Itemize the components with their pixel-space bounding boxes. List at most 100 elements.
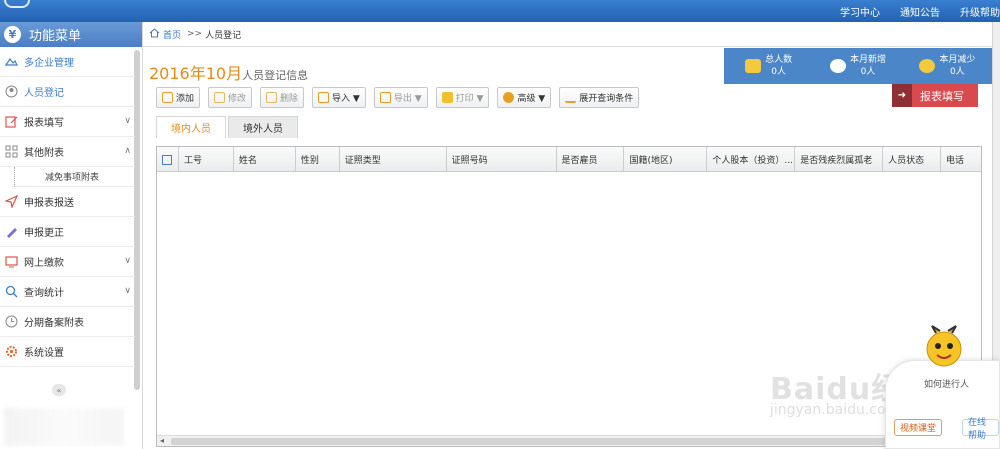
gear-icon [4,345,18,359]
sidebar-item-online-payment[interactable]: 网上缴款 ∨ [0,247,135,277]
export-button[interactable]: 导出 ▼ [373,87,428,108]
online-help-button[interactable]: 在线帮助 [962,418,999,441]
page-title-suffix: 人员登记信息 [242,69,309,82]
period-label: 2016年10月 [149,64,243,83]
scroll-left-icon[interactable]: ◂ [160,436,164,445]
chevron-down-icon: ∨ [124,116,131,126]
expand-icon [565,92,577,103]
expand-query-button[interactable]: 展开查询条件 [559,87,640,108]
stat-total: 总人数 0人 [724,48,813,84]
stat-label: 总人数 [765,55,793,65]
stat-label: 本月减少 [939,55,976,65]
chevron-down-icon: ∨ [124,256,131,266]
arrow-right-icon: ➜ [892,84,912,107]
top-bar: 学习中心 通知公告 升级帮助 [0,0,1000,22]
delete-button[interactable]: 删除 [260,87,305,108]
import-icon [318,92,330,103]
col-header[interactable]: 证照类型 [340,147,447,172]
home-icon[interactable] [149,27,160,41]
print-button[interactable]: 打印 ▼ [435,87,490,108]
sidebar-item-settings[interactable]: 系统设置 [0,337,135,367]
sidebar-item-label: 查询统计 [24,288,64,299]
help-widget: 如何进行人 视频课堂 在线帮助 [885,360,1000,449]
col-header[interactable]: 性别 [296,147,340,172]
stats-panel: 总人数 0人 本月新增 0人 本月减少 0人 [724,48,992,84]
sidebar-item-person-register[interactable]: 人员登记 [0,77,135,107]
breadcrumb-home[interactable]: 首页 [163,28,181,41]
people-icon [745,59,762,73]
col-header[interactable]: 个人股本（投资）... [707,147,796,172]
upgrade-help-link[interactable]: 升级帮助 [960,4,1000,19]
breadcrumb-separator: >> [187,29,203,39]
monitor-icon [4,255,18,269]
select-all-checkbox[interactable] [157,147,179,172]
edit-icon [214,92,226,103]
sidebar-item-report-fill[interactable]: 报表填写 ∨ [0,107,135,137]
sidebar-subitem-exemption[interactable]: 减免事项附表 [14,167,135,187]
stat-new: 本月新增 0人 [813,48,902,84]
sidebar-item-submit-report[interactable]: 申报表报送 [0,187,135,217]
sidebar-item-other-tables[interactable]: 其他附表 ∧ [0,137,135,167]
horizontal-scrollbar[interactable]: ◂ [157,435,981,446]
col-header[interactable]: 人员状态 [883,147,942,172]
gear-icon [503,92,515,103]
mascot-icon[interactable] [922,325,966,373]
sidebar-item-installment[interactable]: 分期备案附表 [0,307,135,337]
modify-label: 修改 [228,94,247,104]
yen-icon: ¥ [4,26,21,43]
modify-button[interactable]: 修改 [208,87,253,108]
sidebar-header: ¥ 功能菜单 [0,22,142,47]
sidebar-title: 功能菜单 [29,29,82,44]
enterprise-icon [4,55,18,69]
add-button[interactable]: 添加 [156,87,201,108]
import-button[interactable]: 导入 ▼ [312,87,366,108]
col-header[interactable]: 是否残疾烈属孤老 [795,147,884,172]
stat-label: 本月新增 [849,55,886,65]
col-header[interactable]: 电话 [941,147,981,172]
toolbar: 添加 修改 删除 导入 ▼ 导出 ▼ 打印 ▼ 高级 ▼ 展开查询条件 [156,87,647,109]
export-label: 导出 ▼ [393,94,422,104]
tab-domestic[interactable]: 境内人员 [156,116,226,138]
collapse-sidebar-button[interactable]: « [52,384,66,396]
chevron-up-icon: ∧ [124,146,131,156]
print-label: 打印 ▼ [455,94,484,104]
advanced-label: 高级 ▼ [517,94,546,104]
col-header[interactable]: 国籍(地区) [624,147,708,172]
scrollbar-thumb[interactable] [171,438,951,445]
stat-value: 0人 [860,67,876,77]
chevron-down-icon: ∨ [124,286,131,296]
sidebar-item-label: 申报表报送 [24,198,74,209]
sidebar-item-label: 其他附表 [24,148,64,159]
edit-icon [4,115,18,129]
sidebar-item-label: 申报更正 [24,228,64,239]
video-class-button[interactable]: 视频课堂 [894,419,943,436]
sidebar-item-label: 系统设置 [24,348,64,359]
sidebar-item-label: 分期备案附表 [24,318,84,329]
sidebar-item-correction[interactable]: 申报更正 [0,217,135,247]
col-header[interactable]: 工号 [179,147,234,172]
sidebar-item-query-stats[interactable]: 查询统计 ∨ [0,277,135,307]
notice-link[interactable]: 通知公告 [900,4,940,19]
col-header[interactable]: 证照号码 [447,147,557,172]
sidebar-item-multi-enterprise[interactable]: 多企业管理 [0,47,135,77]
send-icon [4,195,18,209]
leave-person-icon [919,59,936,73]
pen-icon [4,225,18,239]
blurred-area [4,408,124,446]
clock-icon [4,315,18,329]
advanced-button[interactable]: 高级 ▼ [497,87,552,108]
grid-icon [4,145,18,159]
sidebar-item-label: 网上缴款 [24,258,64,269]
trash-icon [266,92,278,103]
printer-icon [441,92,453,103]
logo [4,0,30,8]
tab-bar: 境内人员 境外人员 [156,116,298,138]
learning-center-link[interactable]: 学习中心 [840,4,880,19]
col-header[interactable]: 是否雇员 [557,147,625,172]
col-header[interactable]: 姓名 [234,147,296,172]
sidebar: ¥ 功能菜单 多企业管理 人员登记 报表填写 ∨ 其他附表 ∧ 减免事项附表 申… [0,22,143,449]
tab-foreign[interactable]: 境外人员 [228,116,298,138]
page-title: 2016年10月人员登记信息 [149,60,308,84]
sidebar-item-label: 多企业管理 [24,58,74,69]
report-fill-button[interactable]: ➜ 报表填写 [892,84,978,107]
